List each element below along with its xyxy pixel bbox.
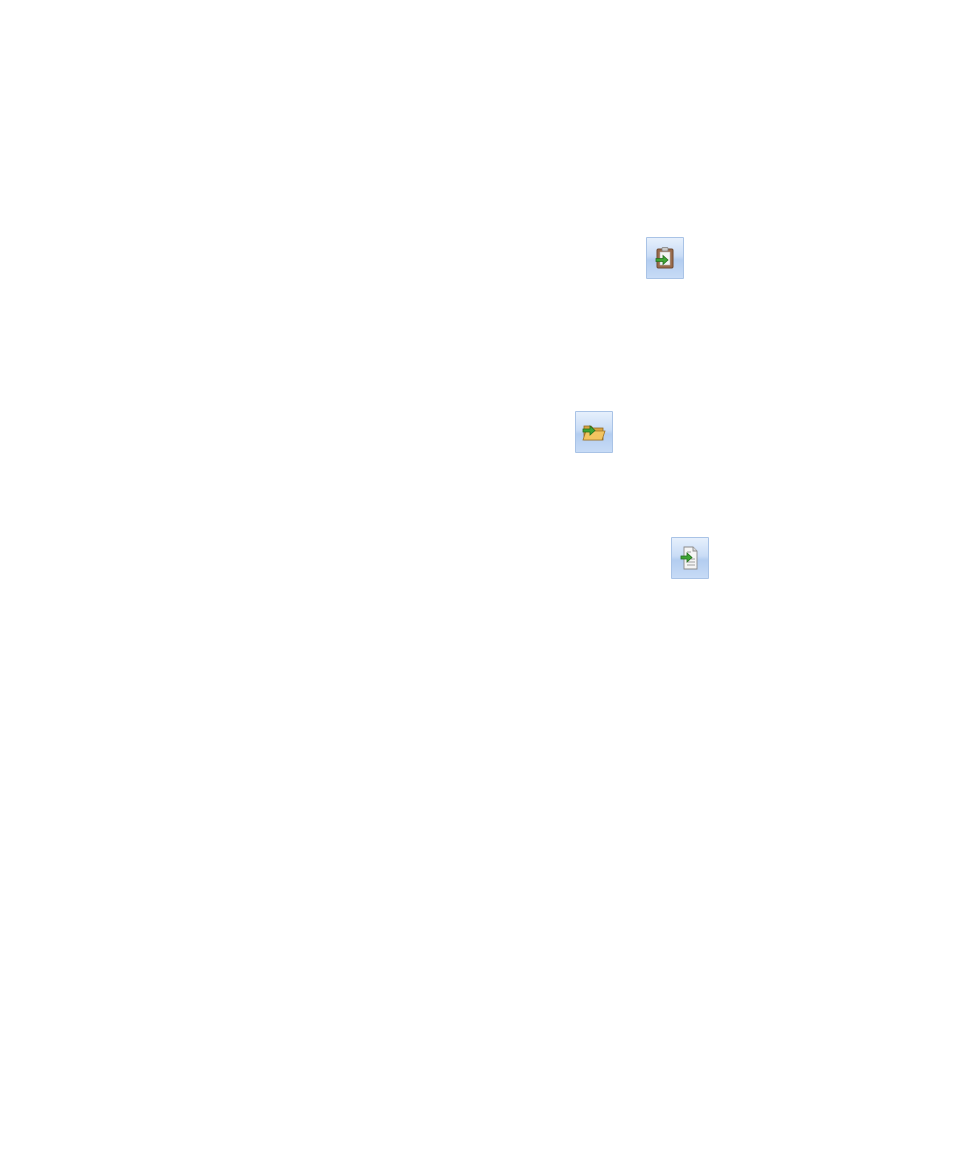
- open-folder-import-button[interactable]: [575, 411, 613, 453]
- clipboard-import-icon: [653, 246, 677, 270]
- folder-import-icon: [581, 420, 607, 444]
- paste-import-button[interactable]: [646, 237, 684, 279]
- document-import-icon: [678, 545, 702, 571]
- document-import-button[interactable]: [671, 537, 709, 579]
